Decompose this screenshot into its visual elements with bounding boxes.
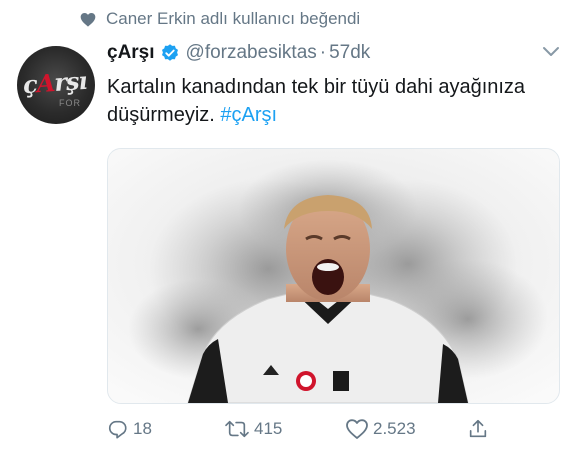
tweet-text: Kartalın kanadından tek bir tüyü dahi ay… <box>107 73 547 129</box>
reply-button[interactable]: 18 <box>107 418 152 440</box>
reply-icon <box>107 418 129 440</box>
reply-count: 18 <box>133 419 152 438</box>
handle[interactable]: @forzabesiktas <box>186 42 317 64</box>
retweet-icon <box>224 418 250 440</box>
player-photo <box>108 149 559 403</box>
timestamp[interactable]: 57dk <box>329 42 370 64</box>
chevron-down-icon[interactable] <box>542 46 560 58</box>
avatar-logo: çArşı <box>22 65 88 100</box>
social-context: Caner Erkin adlı kullanıcı beğendi <box>80 9 360 29</box>
tweet-image[interactable] <box>107 148 560 404</box>
heart-icon <box>80 12 96 27</box>
verified-badge-icon <box>160 43 180 63</box>
share-icon <box>467 418 489 440</box>
heart-outline-icon <box>345 418 369 440</box>
like-button[interactable]: 2.523 <box>345 418 416 440</box>
hashtag-link[interactable]: #çArşı <box>220 104 277 126</box>
separator-dot: · <box>319 42 327 63</box>
tweet-header: çArşı @forzabesiktas · 57dk <box>107 42 370 64</box>
retweet-count: 415 <box>254 419 283 438</box>
social-context-text[interactable]: Caner Erkin adlı kullanıcı beğendi <box>106 9 360 29</box>
share-button[interactable] <box>467 418 489 440</box>
avatar-decoration: FOR <box>59 98 81 108</box>
avatar[interactable]: çArşı FOR <box>17 46 95 124</box>
tweet-actions: 18 415 2.523 <box>107 418 507 446</box>
tweet-body: Kartalın kanadından tek bir tüyü dahi ay… <box>107 76 526 126</box>
like-count: 2.523 <box>373 419 416 438</box>
retweet-button[interactable]: 415 <box>224 418 282 440</box>
display-name[interactable]: çArşı <box>107 42 155 64</box>
